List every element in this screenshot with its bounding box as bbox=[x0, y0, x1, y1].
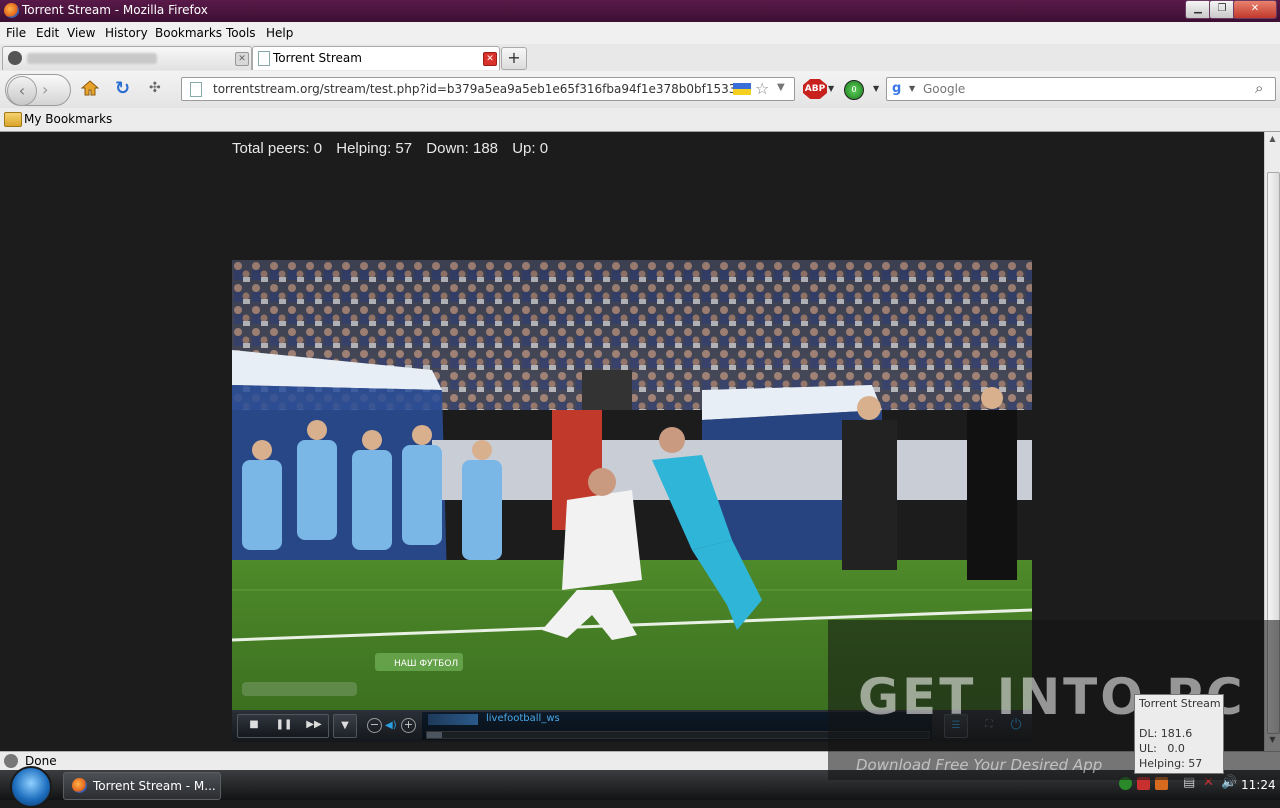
page-icon bbox=[258, 51, 270, 66]
clock[interactable]: 11:24 bbox=[1241, 778, 1276, 792]
tooltip-ul: UL: 0.0 bbox=[1139, 742, 1185, 755]
adblock-icon[interactable]: ABP bbox=[803, 79, 827, 99]
url-text: torrentstream.org/stream/test.php?id=b37… bbox=[213, 82, 737, 96]
taskbar-item-firefox[interactable]: Torrent Stream - M... bbox=[63, 772, 221, 800]
volume-icon: ◀) bbox=[385, 720, 397, 731]
pause-button[interactable]: ❚❚ bbox=[272, 714, 296, 736]
down-count: Down: 188 bbox=[426, 140, 499, 157]
buffer-indicator bbox=[428, 714, 478, 725]
minimize-button[interactable]: ▁ bbox=[1185, 0, 1211, 19]
page-icon bbox=[190, 82, 202, 97]
menu-view[interactable]: View bbox=[67, 26, 95, 40]
addon-dropdown-icon[interactable]: ▼ bbox=[873, 84, 879, 93]
stop-button[interactable]: ■ bbox=[242, 714, 266, 736]
ukraine-flag-icon bbox=[733, 83, 751, 95]
addon-counter-icon[interactable]: 0 bbox=[844, 80, 864, 100]
back-button[interactable]: ‹ bbox=[7, 76, 37, 106]
tab-torrent-stream[interactable]: Torrent Stream ✕ bbox=[252, 46, 500, 70]
playlist-dropdown-button[interactable]: ▼ bbox=[333, 714, 357, 738]
menu-history[interactable]: History bbox=[105, 26, 148, 40]
firefox-icon bbox=[72, 778, 87, 793]
tab-bar: ✕ Torrent Stream ✕ + bbox=[0, 44, 1280, 72]
next-button[interactable]: ▶▶ bbox=[302, 714, 326, 736]
search-icon[interactable]: ⌕ bbox=[1255, 79, 1263, 97]
adblock-dropdown-icon[interactable]: ▼ bbox=[828, 84, 834, 93]
menu-edit[interactable]: Edit bbox=[36, 26, 59, 40]
extension-icon[interactable]: ✣ bbox=[149, 80, 167, 96]
taskbar-item-label: Torrent Stream - M... bbox=[93, 779, 216, 793]
helping-count: Helping: 57 bbox=[336, 140, 413, 157]
status-icon bbox=[4, 754, 18, 768]
reload-icon[interactable]: ↻ bbox=[115, 78, 135, 99]
close-button[interactable]: ✕ bbox=[1233, 0, 1277, 19]
window-title: Torrent Stream - Mozilla Firefox bbox=[22, 3, 208, 17]
window-title-bar: Torrent Stream - Mozilla Firefox ▁ ❐ ✕ bbox=[0, 0, 1280, 22]
search-engine-dropdown-icon[interactable]: ▼ bbox=[909, 84, 915, 93]
tooltip-title: Torrent Stream bbox=[1139, 697, 1221, 710]
up-count: Up: 0 bbox=[512, 140, 549, 157]
watermark-tagline: Download Free Your Desired App bbox=[856, 756, 1103, 774]
back-forward-group: ‹ › bbox=[5, 74, 71, 106]
site-icon bbox=[8, 51, 22, 65]
volume-up-icon[interactable]: + bbox=[401, 718, 416, 733]
maximize-button[interactable]: ❐ bbox=[1209, 0, 1235, 19]
tooltip-helping: Helping: 57 bbox=[1139, 757, 1203, 770]
search-bar[interactable]: g ▼ ⌕ bbox=[886, 77, 1276, 101]
tab-label: Torrent Stream bbox=[273, 51, 362, 65]
google-icon[interactable]: g bbox=[892, 81, 908, 97]
bookmark-star-icon[interactable]: ☆ bbox=[755, 79, 769, 98]
folder-icon bbox=[4, 112, 22, 127]
firefox-icon bbox=[4, 3, 19, 18]
new-tab-button[interactable]: + bbox=[501, 47, 527, 70]
start-button[interactable] bbox=[10, 766, 52, 808]
tab-blurred[interactable]: ✕ bbox=[2, 46, 252, 70]
search-input[interactable] bbox=[921, 80, 1245, 98]
tab-close-icon[interactable]: ✕ bbox=[235, 52, 249, 66]
url-dropdown-icon[interactable]: ▼ bbox=[777, 82, 785, 93]
menu-tools[interactable]: Tools bbox=[226, 26, 256, 40]
menu-bookmarks[interactable]: Bookmarks bbox=[155, 26, 222, 40]
blurred-tab-title bbox=[27, 53, 157, 64]
total-peers: Total peers: 0 bbox=[232, 140, 323, 157]
navigation-toolbar: ‹ › ↻ ✣ torrentstream.org/stream/test.ph… bbox=[0, 71, 1280, 108]
channel-name: livefootball_ws bbox=[486, 713, 560, 724]
menu-help[interactable]: Help bbox=[266, 26, 293, 40]
channel-logo: НАШ ФУТБОЛ bbox=[394, 659, 458, 669]
forward-button[interactable]: › bbox=[42, 80, 48, 99]
menu-file[interactable]: File bbox=[6, 26, 26, 40]
home-icon[interactable] bbox=[80, 80, 100, 96]
torrent-stream-tooltip: Torrent Stream DL: 181.6 UL: 0.0 Helping… bbox=[1134, 694, 1224, 774]
peer-stats: Total peers: 0 Helping: 57 Down: 188 Up:… bbox=[232, 140, 558, 157]
tooltip-dl: DL: 181.6 bbox=[1139, 727, 1193, 740]
tab-close-icon[interactable]: ✕ bbox=[483, 52, 497, 66]
scroll-up-icon[interactable]: ▲ bbox=[1267, 134, 1278, 147]
volume-down-icon[interactable]: − bbox=[367, 718, 382, 733]
progress-fill bbox=[427, 732, 443, 738]
bookmark-folder[interactable]: My Bookmarks bbox=[24, 112, 112, 126]
bookmarks-toolbar: My Bookmarks bbox=[0, 108, 1280, 132]
menu-bar: File Edit View History Bookmarks Tools H… bbox=[0, 22, 1280, 44]
url-bar[interactable]: torrentstream.org/stream/test.php?id=b37… bbox=[181, 77, 795, 101]
